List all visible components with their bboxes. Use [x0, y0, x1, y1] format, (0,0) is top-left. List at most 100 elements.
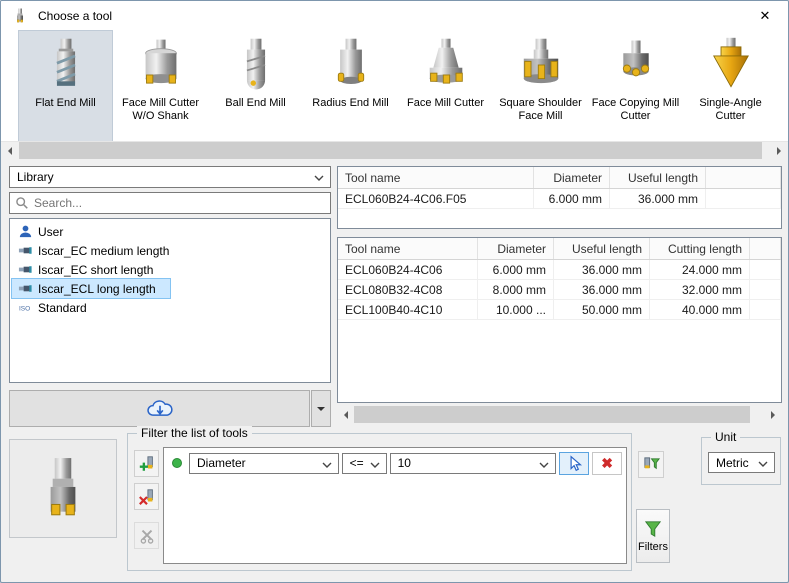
cell-filler — [750, 300, 781, 319]
unit-value: Metric — [716, 456, 749, 470]
apply-filter-toggle-button[interactable] — [638, 451, 664, 478]
cut-filter-button-disabled[interactable] — [134, 522, 159, 549]
filter-enabled-indicator — [172, 458, 182, 468]
scrollbar-thumb[interactable] — [19, 142, 762, 159]
clear-filter-button[interactable]: ✖ — [592, 452, 622, 475]
remove-filter-button[interactable] — [134, 483, 159, 510]
search-box — [9, 192, 331, 214]
tool-preview — [9, 439, 117, 538]
close-button[interactable]: ✕ — [742, 1, 788, 31]
unit-select[interactable]: Metric — [708, 452, 775, 473]
cell-filler — [706, 189, 781, 208]
scroll-left-arrow[interactable] — [337, 406, 354, 423]
face-copying-mill-cutter-icon — [607, 36, 665, 94]
user-icon — [18, 224, 33, 239]
tool-preview-image — [30, 449, 96, 529]
scroll-right-arrow[interactable] — [765, 406, 782, 423]
table-row[interactable]: ECL080B32-4C08 8.000 mm 36.000 mm 32.000… — [338, 280, 781, 300]
download-row — [9, 390, 331, 427]
tool-type-face-mill-cutter[interactable]: Face Mill Cutter — [399, 31, 492, 141]
tool-type-ball-end-mill[interactable]: Ball End Mill — [209, 31, 302, 141]
window-title: Choose a tool — [38, 9, 112, 23]
chevron-down-icon — [322, 462, 332, 468]
column-header-cutting-length[interactable]: Cutting length — [650, 238, 750, 259]
tool-type-radius-end-mill[interactable]: Radius End Mill — [304, 31, 397, 141]
column-header-tool-name[interactable]: Tool name — [338, 167, 534, 188]
column-header-diameter[interactable]: Diameter — [478, 238, 554, 259]
column-header-diameter[interactable]: Diameter — [534, 167, 610, 188]
tool-library-icon — [18, 262, 33, 277]
table-row[interactable]: ECL060B24-4C06 6.000 mm 36.000 mm 24.000… — [338, 260, 781, 280]
filter-groupbox: Filter the list of tools Diameter <= — [127, 433, 632, 571]
tree-item-iscar-ec-medium[interactable]: Iscar_EC medium length — [12, 241, 183, 260]
chevron-down-icon — [539, 462, 549, 468]
tree-item-iscar-ecl-long[interactable]: Iscar_ECL long length — [12, 279, 170, 298]
library-source-select[interactable]: Library — [9, 166, 331, 188]
cell-diameter: 10.000 ... — [478, 300, 554, 319]
tool-list-scrollbar[interactable] — [337, 406, 782, 423]
tool-type-single-angle-cutter[interactable]: Single-Angle Cutter — [684, 31, 777, 141]
tool-type-strip: Flat End Mill Face Mill Cutter W/O Shank… — [1, 31, 788, 141]
tool-library-icon — [18, 281, 33, 296]
filter-field-select[interactable]: Diameter — [189, 453, 339, 474]
filter-field-value: Diameter — [197, 456, 246, 470]
column-header-useful-length[interactable]: Useful length — [610, 167, 706, 188]
filter-operator-select[interactable]: <= — [342, 453, 387, 474]
standard-library-icon — [18, 300, 33, 315]
ball-end-mill-icon — [227, 36, 285, 94]
tree-item-standard[interactable]: Standard — [12, 298, 101, 317]
chevron-down-icon — [314, 175, 324, 181]
cut-filter-icon — [138, 527, 156, 545]
tool-type-square-shoulder-face-mill[interactable]: Square Shoulder Face Mill — [494, 31, 587, 141]
titlebar: Choose a tool ✕ — [1, 1, 788, 31]
add-filter-button[interactable] — [134, 450, 159, 477]
cell-tool-name: ECL060B24-4C06 — [338, 260, 478, 279]
search-input[interactable] — [34, 194, 324, 212]
filter-list: Diameter <= 10 ✖ — [163, 447, 627, 564]
single-angle-cutter-icon — [702, 36, 760, 94]
table-row[interactable]: ECL100B40-4C10 10.000 ... 50.000 mm 40.0… — [338, 300, 781, 320]
filter-operator-value: <= — [350, 456, 364, 470]
column-header-useful-length[interactable]: Useful length — [554, 238, 650, 259]
filters-button[interactable]: Filters — [636, 509, 670, 563]
pick-value-button[interactable] — [559, 452, 589, 475]
table-header: Tool name Diameter Useful length — [338, 167, 781, 189]
cloud-download-icon — [145, 397, 175, 420]
column-header-filler — [750, 238, 781, 259]
cursor-pointer-icon — [566, 455, 583, 472]
tool-type-label: Single-Angle Cutter — [684, 97, 777, 123]
cell-useful-length: 36.000 mm — [610, 189, 706, 208]
cell-cutting-length: 40.000 mm — [650, 300, 750, 319]
tree-item-iscar-ec-short[interactable]: Iscar_EC short length — [12, 260, 167, 279]
table-header: Tool name Diameter Useful length Cutting… — [338, 238, 781, 260]
download-library-button[interactable] — [9, 390, 310, 427]
scrollbar-thumb[interactable] — [354, 406, 750, 423]
column-header-tool-name[interactable]: Tool name — [338, 238, 478, 259]
table-row[interactable]: ECL060B24-4C06.F05 6.000 mm 36.000 mm — [338, 189, 781, 209]
scroll-left-arrow[interactable] — [1, 142, 18, 159]
scroll-right-arrow[interactable] — [771, 142, 788, 159]
chevron-down-icon — [370, 462, 380, 468]
radius-end-mill-icon — [322, 36, 380, 94]
tool-type-flat-end-mill[interactable]: Flat End Mill — [19, 31, 112, 141]
cell-tool-name: ECL100B40-4C10 — [338, 300, 478, 319]
tool-type-face-copying-mill-cutter[interactable]: Face Copying Mill Cutter — [589, 31, 682, 141]
tool-strip-scrollbar[interactable] — [1, 141, 788, 158]
filters-button-label: Filters — [638, 541, 668, 553]
tool-type-face-mill-wo-shank[interactable]: Face Mill Cutter W/O Shank — [114, 31, 207, 141]
cell-filler — [750, 260, 781, 279]
chevron-down-icon — [758, 461, 768, 467]
tool-type-label: Flat End Mill — [35, 97, 96, 110]
tree-item-user[interactable]: User — [12, 222, 77, 241]
filter-value-combobox[interactable]: 10 — [390, 453, 557, 474]
unit-group-label: Unit — [711, 430, 740, 444]
cell-useful-length: 36.000 mm — [554, 260, 650, 279]
cell-tool-name: ECL080B32-4C08 — [338, 280, 478, 299]
square-shoulder-face-mill-icon — [512, 36, 570, 94]
cell-cutting-length: 32.000 mm — [650, 280, 750, 299]
download-options-dropdown[interactable] — [311, 390, 331, 427]
filter-group-label: Filter the list of tools — [137, 426, 252, 440]
choose-tool-dialog: Choose a tool ✕ Flat End Mill Face Mill … — [0, 0, 789, 583]
filter-value: 10 — [398, 456, 411, 470]
chevron-down-icon — [317, 407, 325, 415]
